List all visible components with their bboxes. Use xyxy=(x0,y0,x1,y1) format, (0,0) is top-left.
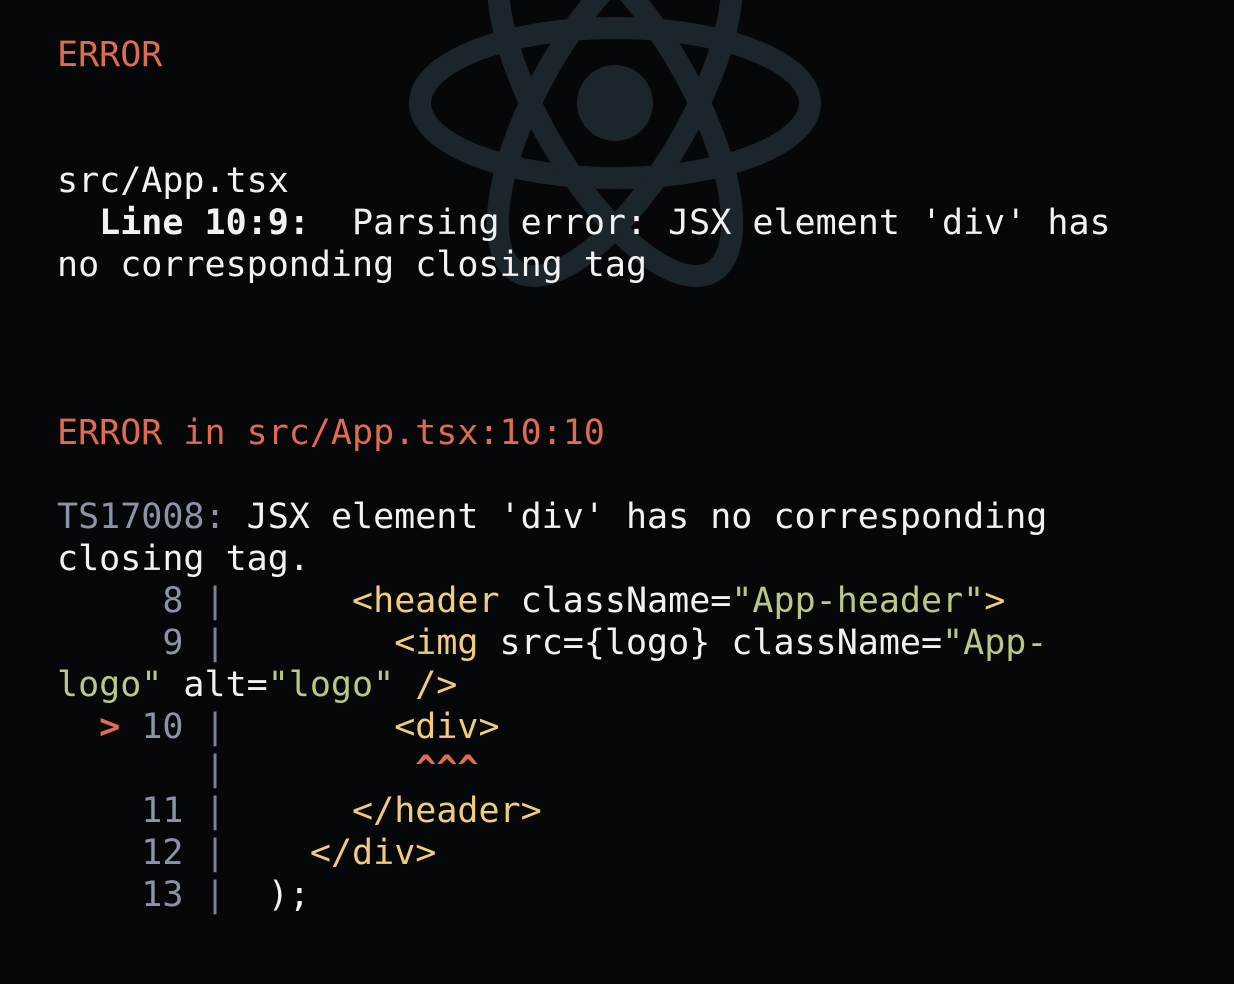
error-title: ERROR xyxy=(57,35,163,75)
jsx-string: "App- xyxy=(942,623,1048,663)
gutter-pipe: | xyxy=(204,707,226,747)
code-frame-line-highlighted: > 10 | <div> xyxy=(57,706,500,748)
gutter-pipe: | xyxy=(204,833,226,873)
ts-error-line: TS17008: JSX element 'div' has no corres… xyxy=(57,496,1047,538)
line-number: 10 xyxy=(141,707,184,747)
jsx-tag-close: > xyxy=(984,581,1006,621)
jsx-string: "App-header" xyxy=(731,581,985,621)
ts-error-message-continuation: closing tag. xyxy=(57,539,310,579)
gutter-pipe: | xyxy=(204,875,226,915)
jsx-tag: <div> xyxy=(394,707,500,747)
gutter-pipe: | xyxy=(204,749,226,789)
gutter-pipe: | xyxy=(204,581,226,621)
lint-location: Line 10:9: xyxy=(99,203,310,243)
lint-message-continuation: no corresponding closing tag xyxy=(57,245,648,285)
line-number: 12 xyxy=(141,833,184,873)
jsx-string: "logo" xyxy=(267,665,395,705)
line-number: 8 xyxy=(141,581,184,621)
code-frame-caret-line: | ^^^ xyxy=(57,748,479,790)
code-frame-line: 12 | </div> xyxy=(57,832,436,874)
file-path: src/App.tsx xyxy=(57,161,289,201)
gutter-pipe: | xyxy=(204,791,226,831)
line-number: 13 xyxy=(141,875,184,915)
code-frame-line: 9 | <img src={logo} className="App- xyxy=(57,622,1047,664)
jsx-tag: <header xyxy=(352,581,500,621)
jsx-tag: </div> xyxy=(309,833,437,873)
code-frame-wrapped-line: logo" alt="logo" /> xyxy=(57,664,457,706)
ts-error-message: JSX element 'div' has no corresponding xyxy=(246,497,1048,537)
line-number: 11 xyxy=(141,791,184,831)
ts-error-header: ERROR in src/App.tsx:10:10 xyxy=(57,413,605,453)
jsx-attr: src={logo} className= xyxy=(478,623,943,663)
ts-error-code: TS17008: xyxy=(57,497,226,537)
code-text: ); xyxy=(267,875,310,915)
lint-message: Parsing error: JSX element 'div' has xyxy=(352,203,1111,243)
jsx-string: logo" xyxy=(57,665,163,705)
jsx-attr: alt= xyxy=(162,665,268,705)
lint-error-line: Line 10:9: Parsing error: JSX element 'd… xyxy=(57,202,1111,244)
error-caret: ^^^ xyxy=(415,749,479,789)
jsx-attr: className= xyxy=(499,581,732,621)
jsx-tag-close: /> xyxy=(394,665,458,705)
code-frame-line: 11 | </header> xyxy=(57,790,542,832)
gutter-pipe: | xyxy=(204,623,226,663)
line-number: 9 xyxy=(141,623,184,663)
jsx-tag: <img xyxy=(394,623,479,663)
jsx-tag: </header> xyxy=(352,791,542,831)
code-frame-line: 8 | <header className="App-header"> xyxy=(57,580,1005,622)
code-frame-line: 13 | ); xyxy=(57,874,310,916)
error-line-marker: > xyxy=(99,707,121,747)
